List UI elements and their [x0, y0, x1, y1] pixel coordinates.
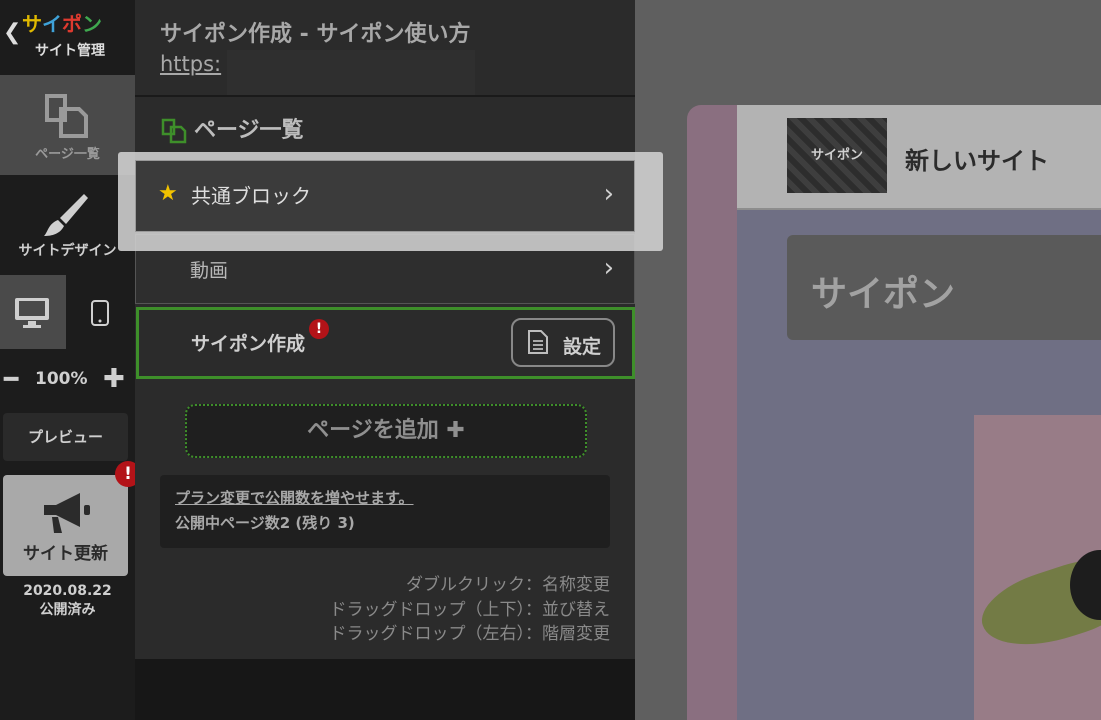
zoom-control: ━ 100% ✚	[0, 364, 135, 394]
zoom-in-icon[interactable]: ✚	[103, 364, 125, 394]
page-item-label: 共通ブロック	[191, 184, 311, 208]
page-item-label: サイポン作成	[191, 333, 306, 355]
zoom-level: 100%	[35, 369, 88, 389]
pages-icon	[45, 94, 88, 138]
smartphone-icon	[91, 300, 109, 326]
rail-site-design-label: サイトデザイン	[18, 243, 117, 259]
left-rail: ❮ サイポン サイト管理 ページ一覧 サイトデザイン ━ 100% ✚ プレビュ…	[0, 0, 141, 720]
header-divider	[135, 95, 635, 97]
preview-site-name: 新しいサイト	[905, 147, 1049, 175]
rail-pages-label: ページ一覧	[35, 147, 100, 162]
site-update-label: サイト更新	[23, 544, 108, 564]
rail-pages-button[interactable]: ページ一覧	[0, 75, 135, 175]
rail-site-design-button[interactable]: サイトデザイン	[0, 180, 135, 270]
site-title: サイポン作成 - サイポン使い方	[160, 22, 471, 47]
published-page-count: 公開中ページ数2 (残り 3)	[175, 514, 355, 532]
hint-drag-vertical: ドラッグドロップ（上下）：並び替え	[329, 600, 611, 620]
star-icon: ★	[158, 181, 178, 206]
hint-drag-horizontal: ドラッグドロップ（左右）：階層変更	[329, 624, 611, 644]
page-settings-label: 設定	[563, 336, 602, 358]
paintbrush-icon	[44, 194, 88, 236]
panel-footer-area	[135, 659, 635, 720]
page-item-common-block[interactable]: ★ 共通ブロック ›	[135, 160, 635, 232]
desktop-icon	[15, 298, 49, 328]
back-to-site-management[interactable]: ❮ サイポン サイト管理	[0, 0, 135, 74]
saipon-logo: サイポン	[22, 12, 102, 36]
common-block-wrapper: ★ 共通ブロック ›	[135, 160, 635, 232]
chevron-right-icon: ›	[603, 253, 614, 283]
preview-hero-block: サイポン	[787, 235, 1101, 340]
preview-hero-text: サイポン	[811, 274, 956, 315]
site-preview-area: サイポン 新しいサイト サイポン	[635, 0, 1101, 720]
url-redaction-blur	[227, 50, 475, 96]
add-page-button[interactable]: ページを追加 ✚	[185, 404, 587, 458]
site-update-button[interactable]: サイト更新	[3, 475, 128, 576]
page-list-heading: ページ一覧	[160, 112, 304, 144]
site-management-label: サイト管理	[35, 43, 105, 59]
preview-site-logo: サイポン	[787, 118, 887, 193]
plus-icon: ✚	[446, 418, 465, 443]
plan-info-box: プラン変更で公開数を増やせます。 公開中ページ数2 (残り 3)	[160, 475, 610, 548]
chevron-right-icon: ›	[603, 179, 614, 209]
preview-photo	[974, 415, 1101, 720]
document-icon	[528, 330, 548, 354]
zoom-out-icon[interactable]: ━	[4, 364, 18, 394]
preview-button[interactable]: プレビュー	[3, 413, 128, 461]
publish-state: 公開済み	[39, 602, 96, 618]
chevron-left-icon: ❮	[3, 20, 22, 45]
page-item-label: 動画	[190, 260, 229, 282]
device-smartphone-button[interactable]	[66, 275, 135, 349]
hint-double-click: ダブルクリック：名称変更	[406, 575, 610, 595]
publish-status: 2020.08.22 公開済み	[0, 582, 135, 620]
megaphone-icon	[44, 493, 90, 533]
pages-icon	[161, 118, 187, 144]
preview-site-header: サイポン 新しいサイト	[737, 105, 1101, 210]
plan-change-link[interactable]: プラン変更で公開数を増やせます。	[175, 487, 414, 508]
page-settings-button[interactable]: 設定	[511, 318, 615, 367]
device-pc-button[interactable]	[0, 275, 66, 349]
site-url-link[interactable]: https:	[160, 52, 221, 76]
page-item-current[interactable]: サイポン作成 ! 設定	[136, 307, 635, 379]
page-alert-badge: !	[309, 319, 329, 339]
publish-date: 2020.08.22	[23, 583, 112, 599]
preview-page: サイポン 新しいサイト サイポン	[737, 105, 1101, 720]
page-list-panel: サイポン作成 - サイポン使い方 https: ページ一覧 動画 › サイポン作…	[135, 0, 635, 659]
preview-frame: サイポン 新しいサイト サイポン	[687, 105, 1101, 720]
